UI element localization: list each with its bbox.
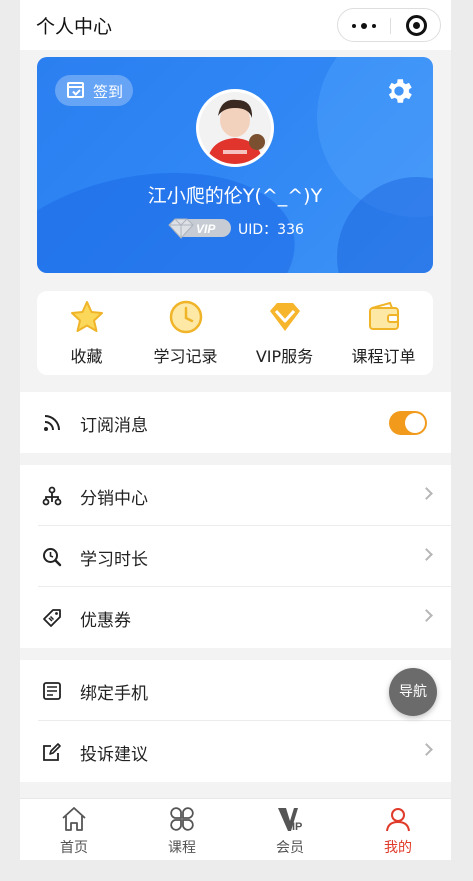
chevron-right-icon <box>420 548 433 561</box>
quick-label: VIP服务 <box>255 347 314 366</box>
row-distribution[interactable]: 分销中心 <box>20 465 451 526</box>
search-time-icon <box>43 548 62 567</box>
phone-screen: 个人中心 签到 江小爬的伦Y(^_^)Y VIP UID：336 收藏 学习记录… <box>20 0 451 881</box>
quick-item-vip[interactable]: VIP服务 <box>235 291 334 375</box>
quick-label: 收藏 <box>70 347 103 366</box>
quick-item-history[interactable]: 学习记录 <box>136 291 235 375</box>
vip-badge: VIP <box>168 218 231 239</box>
navigation-bar: 个人中心 <box>20 0 451 50</box>
service-group: 分销中心 学习时长 优惠券 <box>20 465 451 648</box>
quick-menu: 收藏 学习记录 VIP服务 课程订单 <box>37 291 433 375</box>
quick-item-favorites[interactable]: 收藏 <box>37 291 136 375</box>
coupon-icon <box>43 609 61 627</box>
row-label: 优惠券 <box>80 611 131 631</box>
diamond-icon <box>270 303 300 331</box>
floating-nav-button[interactable]: 导航 <box>389 668 437 716</box>
chevron-right-icon <box>420 609 433 622</box>
feedback-icon <box>43 743 61 761</box>
profile-card: 签到 江小爬的伦Y(^_^)Y VIP UID：336 <box>37 57 433 273</box>
subscribe-group: 订阅消息 <box>20 392 451 453</box>
gear-icon[interactable] <box>383 75 415 107</box>
quick-label: 学习记录 <box>153 347 218 366</box>
row-study-time[interactable]: 学习时长 <box>20 526 451 587</box>
row-label: 投诉建议 <box>80 745 148 765</box>
svg-text:IP: IP <box>292 821 302 833</box>
signin-label: 签到 <box>93 83 124 101</box>
capsule-divider <box>390 18 391 34</box>
tab-label: 首页 <box>60 840 88 856</box>
account-group: 绑定手机 投诉建议 <box>20 660 451 782</box>
row-label: 学习时长 <box>80 550 148 570</box>
subscribe-label: 订阅消息 <box>80 416 148 436</box>
subscribe-row: 订阅消息 <box>20 392 451 453</box>
row-feedback[interactable]: 投诉建议 <box>20 721 451 782</box>
user-icon <box>386 808 410 832</box>
signin-button[interactable]: 签到 <box>55 75 133 106</box>
tab-mine[interactable]: 我的 <box>344 799 451 861</box>
phone-bind-icon <box>43 682 61 700</box>
uid-text: UID：336 <box>238 222 304 238</box>
chevron-right-icon <box>420 487 433 500</box>
home-icon <box>62 807 86 831</box>
calendar-check-icon <box>67 82 84 98</box>
tab-label: 我的 <box>384 840 412 856</box>
clock-icon <box>169 300 203 334</box>
tab-course[interactable]: 课程 <box>128 799 236 861</box>
chevron-right-icon <box>420 743 433 756</box>
vip-icon: IP <box>278 808 302 833</box>
avatar[interactable] <box>196 89 274 167</box>
username: 江小爬的伦Y(^_^)Y <box>147 185 323 207</box>
tab-bar: 首页 课程 IP 会员 我的 <box>20 798 451 860</box>
svg-text:VIP: VIP <box>196 222 216 236</box>
star-icon <box>71 301 103 332</box>
close-target-icon[interactable] <box>406 15 427 36</box>
rss-icon <box>44 415 60 431</box>
row-label: 分销中心 <box>80 489 148 509</box>
more-icon[interactable] <box>352 23 378 29</box>
quick-item-orders[interactable]: 课程订单 <box>334 291 433 375</box>
course-icon <box>170 807 194 831</box>
quick-label: 课程订单 <box>351 347 416 366</box>
mini-program-capsule <box>337 8 441 42</box>
row-label: 绑定手机 <box>80 684 148 704</box>
tab-label: 会员 <box>276 840 304 856</box>
tab-home[interactable]: 首页 <box>20 799 128 861</box>
row-coupon[interactable]: 优惠券 <box>20 587 451 648</box>
row-bind-phone[interactable]: 绑定手机 <box>20 660 451 721</box>
distribution-icon <box>42 486 62 506</box>
wallet-icon <box>369 301 399 330</box>
system-bottom-area <box>20 860 451 881</box>
page-title: 个人中心 <box>36 16 113 38</box>
tab-label: 课程 <box>168 840 196 856</box>
tab-member[interactable]: IP 会员 <box>236 799 344 861</box>
subscribe-toggle[interactable] <box>389 411 427 435</box>
